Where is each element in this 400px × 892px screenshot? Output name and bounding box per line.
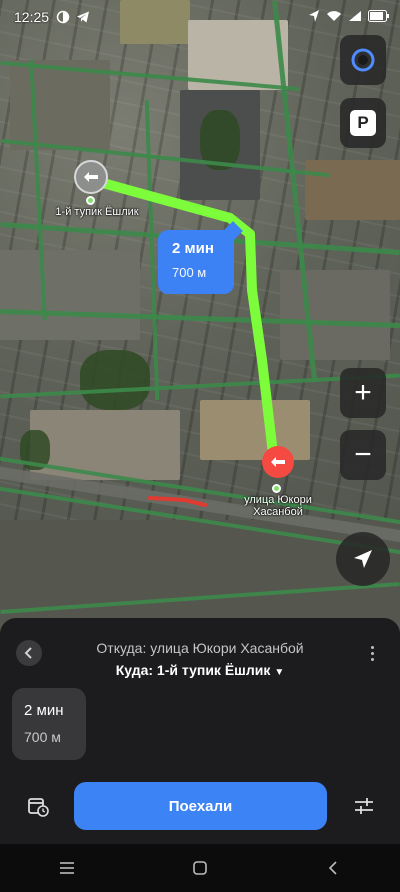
route-option-time: 2 мин: [24, 702, 64, 719]
location-icon: [309, 10, 319, 22]
route-option-distance: 700 м: [24, 729, 61, 745]
wifi-icon: [327, 11, 341, 21]
recent-apps-button[interactable]: [47, 853, 87, 883]
map-view[interactable]: 1-й тупик Ёшлик улица Юкори Хасанбой 2 м…: [0, 0, 400, 640]
route-option-card[interactable]: 2 мин 700 м: [12, 688, 86, 760]
action-row: Поехали: [0, 782, 400, 832]
signal-icon: [349, 11, 361, 21]
zoom-out-button[interactable]: −: [340, 430, 386, 480]
route-to[interactable]: Куда: 1-й тупик Ёшлик ▼: [0, 662, 400, 678]
status-bar: 12:25: [0, 0, 400, 34]
end-street-label-line2: Хасанбой: [253, 506, 303, 518]
route-from[interactable]: Откуда: улица Юкори Хасанбой: [0, 640, 400, 656]
route-to-label: Куда: 1-й тупик Ёшлик: [115, 662, 271, 678]
route-bubble-time: 2 мин: [172, 240, 214, 257]
parking-icon: P: [350, 110, 376, 136]
route-start-pin[interactable]: [74, 160, 108, 194]
route-sheet: Откуда: улица Юкори Хасанбой Куда: 1-й т…: [0, 618, 400, 844]
route-settings-button[interactable]: [344, 786, 384, 826]
route-end-pin[interactable]: [262, 446, 294, 478]
voice-assistant-button[interactable]: [340, 35, 386, 85]
menu-icon: [59, 862, 74, 874]
zoom-in-button[interactable]: +: [340, 368, 386, 418]
calendar-clock-icon: [28, 798, 49, 817]
end-street-label: улица Юкори Хасанбой: [228, 494, 328, 518]
telegram-icon: [77, 11, 89, 23]
schedule-button[interactable]: [18, 786, 58, 826]
navigation-arrow-icon: [354, 550, 372, 568]
home-icon: [193, 861, 207, 875]
turn-arrow-icon: [84, 172, 98, 182]
parking-button[interactable]: P: [340, 98, 386, 148]
end-point-dot: [272, 484, 281, 493]
more-menu-icon[interactable]: [364, 640, 380, 666]
turn-arrow-icon: [271, 457, 285, 467]
system-nav-bar: [0, 844, 400, 892]
alice-icon: [351, 48, 375, 72]
brightness-icon: [56, 10, 70, 24]
my-location-button[interactable]: [336, 532, 390, 586]
home-button[interactable]: [180, 853, 220, 883]
status-time: 12:25: [14, 9, 50, 25]
dropdown-caret-icon: ▼: [274, 667, 285, 678]
route-time-bubble[interactable]: 2 мин 700 м: [158, 230, 234, 294]
system-back-button[interactable]: [313, 853, 353, 883]
sliders-icon: [355, 798, 373, 814]
go-button[interactable]: Поехали: [74, 782, 327, 830]
end-street-label-line1: улица Юкори: [244, 494, 312, 506]
back-icon: [329, 861, 337, 875]
battery-icon: [368, 10, 389, 22]
start-point-dot: [86, 196, 95, 205]
start-street-label: 1-й тупик Ёшлик: [55, 206, 139, 218]
route-bubble-distance: 700 м: [172, 265, 207, 280]
